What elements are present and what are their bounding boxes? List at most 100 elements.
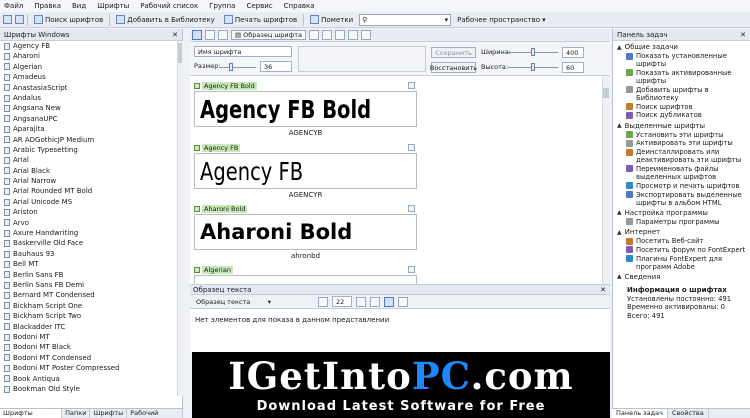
card-menu-icon[interactable] <box>408 144 415 151</box>
list-view-icon[interactable] <box>205 30 215 40</box>
font-list-item[interactable]: Baskerville Old Face <box>0 238 182 248</box>
font-list-item[interactable]: Bookman Old Style <box>0 384 182 394</box>
collapse-icon[interactable]: ▲ <box>617 122 622 129</box>
sample-size-field[interactable]: 22 <box>332 296 352 307</box>
close-icon[interactable]: ✕ <box>740 31 746 39</box>
text-color-icon[interactable] <box>356 296 366 307</box>
font-list-item[interactable]: Andalus <box>0 93 182 103</box>
font-list-item[interactable]: AR ADGothicJP Medium <box>0 135 182 145</box>
highlight-color-icon[interactable] <box>370 296 380 307</box>
font-list-item[interactable]: Book Antiqua <box>0 374 182 384</box>
font-list-item[interactable]: Arial <box>0 155 182 165</box>
tab-windows-fonts[interactable]: Шрифты Windows <box>0 409 63 418</box>
task-link[interactable]: Параметры программы <box>613 218 750 226</box>
restore-button[interactable]: Восстановить <box>430 62 477 73</box>
size-field[interactable]: 36 <box>260 61 292 72</box>
menu-file[interactable]: Файл <box>4 2 23 10</box>
font-sample-button[interactable]: ▤ Образец шрифта <box>231 30 306 40</box>
card-tag[interactable]: Agency FB <box>194 144 241 152</box>
font-list-item[interactable]: Bodoni MT Black <box>0 342 182 352</box>
search-dropdown-icon[interactable]: ▾ <box>445 16 449 24</box>
card-menu-icon[interactable] <box>408 82 415 89</box>
menu-group[interactable]: Группа <box>209 2 235 10</box>
font-list-item[interactable]: Bickham Script Two <box>0 311 182 321</box>
task-section-header[interactable]: ▲ Сведения <box>613 272 750 282</box>
height-slider-thumb[interactable] <box>531 63 535 71</box>
check-icon[interactable] <box>194 145 200 151</box>
card-menu-icon[interactable] <box>408 205 415 212</box>
font-list-item[interactable]: Bodoni MT Condensed <box>0 353 182 363</box>
task-link[interactable]: Переименовать файлы выделенных шрифтов <box>613 165 750 181</box>
forward-arrow-icon[interactable] <box>15 15 24 24</box>
style-box[interactable] <box>298 46 426 72</box>
waterfall-icon[interactable] <box>334 30 345 40</box>
font-list-item[interactable]: Arial Black <box>0 166 182 176</box>
menu-edit[interactable]: Правка <box>34 2 61 10</box>
menu-fonts[interactable]: Шрифты <box>97 2 129 10</box>
check-icon[interactable] <box>194 206 200 212</box>
menu-worklist[interactable]: Рабочий список <box>140 2 198 10</box>
font-list-item[interactable]: Arial Rounded MT Bold <box>0 186 182 196</box>
task-link[interactable]: Деинсталлировать или деактивировать эти … <box>613 148 750 164</box>
check-icon[interactable] <box>194 267 200 273</box>
details-view-icon[interactable] <box>218 30 228 40</box>
task-link[interactable]: Поиск шрифтов <box>613 103 750 111</box>
card-tag[interactable]: Agency FB Bold <box>194 82 257 90</box>
task-link[interactable]: Показать активированные шрифты <box>613 69 750 85</box>
collapse-icon[interactable]: ▲ <box>617 273 622 280</box>
settings-icon[interactable] <box>360 30 371 40</box>
height-field[interactable]: 60 <box>562 62 584 73</box>
task-link[interactable]: Просмотр и печать шрифтов <box>613 182 750 190</box>
size-slider-thumb[interactable] <box>228 63 233 71</box>
font-list-item[interactable]: Arabic Typesetting <box>0 145 182 155</box>
card-menu-icon[interactable] <box>408 266 415 273</box>
paste-icon[interactable] <box>398 296 408 307</box>
sample-text-area[interactable]: Нет элементов для показа в данном предст… <box>190 309 610 353</box>
task-link[interactable]: Плагины FontExpert для программ Adobe <box>613 255 750 271</box>
tab-folders[interactable]: Папки <box>62 409 91 418</box>
font-list-item[interactable]: AngsanaUPC <box>0 114 182 124</box>
font-list-item[interactable]: Bodoni MT <box>0 332 182 342</box>
font-list-item[interactable]: Bodoni MT Poster Compressed <box>0 363 182 373</box>
font-list-item[interactable]: Arvo <box>0 218 182 228</box>
font-list-item[interactable]: Amadeus <box>0 72 182 82</box>
preview-scroll-thumb[interactable] <box>603 88 609 98</box>
card-tag[interactable]: Aharoni Bold <box>194 205 248 213</box>
menu-view[interactable]: Вид <box>72 2 86 10</box>
task-link[interactable]: Посетить форум по FontExpert <box>613 246 750 254</box>
search-input[interactable]: ⚲ ▾ <box>359 13 452 26</box>
width-slider-thumb[interactable] <box>531 48 535 56</box>
marks-button[interactable]: Пометки <box>307 13 356 26</box>
task-section-header[interactable]: ▲ Выделенные шрифты <box>613 121 750 131</box>
task-link[interactable]: Поиск дубликатов <box>613 111 750 119</box>
font-list-item[interactable]: Aharoni <box>0 51 182 61</box>
close-icon[interactable]: ✕ <box>600 286 606 294</box>
task-link[interactable]: Посетить Веб-сайт <box>613 237 750 245</box>
size-slider-track[interactable] <box>220 67 256 68</box>
task-link[interactable]: Активировать эти шрифты <box>613 139 750 147</box>
task-link[interactable]: Показать установленные шрифты <box>613 52 750 68</box>
collapse-icon[interactable]: ▲ <box>617 209 622 216</box>
letter-a-icon[interactable] <box>308 30 319 40</box>
width-field[interactable]: 400 <box>562 47 584 58</box>
add-to-library-button[interactable]: Добавить в Библиотеку <box>113 13 218 26</box>
tab-properties[interactable]: Свойства <box>668 409 709 418</box>
find-fonts-button[interactable]: Поиск шрифтов <box>31 13 106 26</box>
workspace-dropdown[interactable]: Рабочее пространство ▾ <box>454 13 548 26</box>
wrap-text-icon[interactable] <box>384 296 394 307</box>
grid-view-icon[interactable] <box>192 30 202 40</box>
compare-icon[interactable] <box>347 30 358 40</box>
task-link[interactable]: Экспортировать выделенные шрифты в альбо… <box>613 191 750 207</box>
collapse-icon[interactable]: ▲ <box>617 229 622 236</box>
menu-tools[interactable]: Сервис <box>246 2 272 10</box>
font-list-item[interactable]: Agency FB <box>0 41 182 51</box>
font-list-item[interactable]: Bernard MT Condensed <box>0 290 182 300</box>
menu-help[interactable]: Справка <box>284 2 315 10</box>
font-list-item[interactable]: Bauhaus 93 <box>0 249 182 259</box>
task-section-header[interactable]: ▲ Общие задачи <box>613 42 750 52</box>
font-list-item[interactable]: Berlin Sans FB Demi <box>0 280 182 290</box>
preview-scrollbar[interactable] <box>602 76 610 284</box>
save-button[interactable]: Сохранить <box>431 47 476 58</box>
font-list-item[interactable]: Ariston <box>0 207 182 217</box>
sample-text-combo[interactable]: Образец текста ▾ <box>192 296 274 307</box>
